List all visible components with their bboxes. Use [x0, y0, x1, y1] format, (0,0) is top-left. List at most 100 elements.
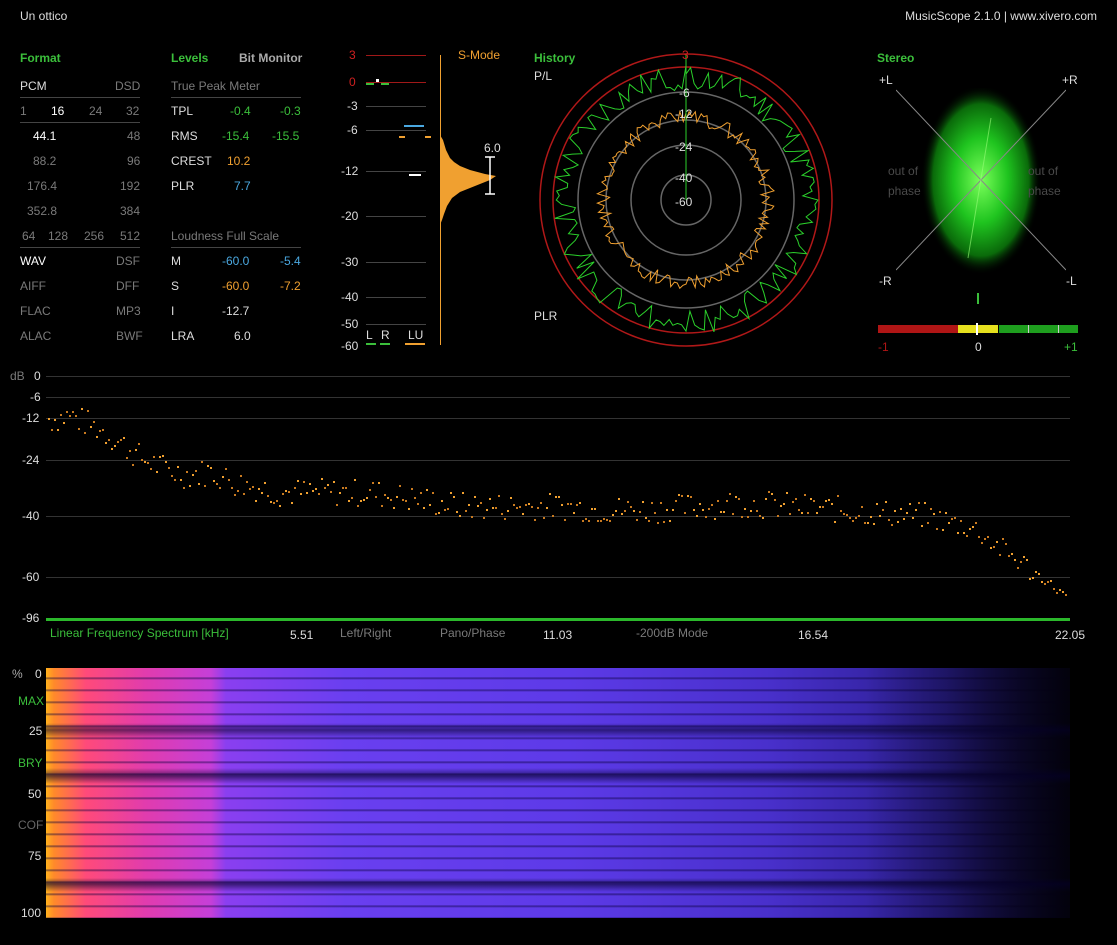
- spectrum-point: [1032, 577, 1034, 580]
- spectrum-point: [879, 514, 881, 517]
- db-tick-label: -12: [22, 411, 40, 425]
- spectrum-gridline: [46, 397, 1070, 398]
- spectrum-point: [825, 499, 827, 502]
- plr-label: PLR: [171, 179, 195, 193]
- spectrum-gridline: [46, 460, 1070, 461]
- out-of-phase-left-1: out of: [888, 164, 919, 178]
- spectro-cof: COF: [18, 818, 44, 832]
- spectrum-baseline: [46, 618, 1070, 621]
- spectrum-point: [414, 496, 416, 499]
- rate-96: 96: [127, 154, 141, 168]
- spectrum-point: [402, 498, 404, 501]
- spectrum-point: [711, 503, 713, 506]
- spectrum-point: [537, 506, 539, 509]
- spectrum-point: [567, 503, 569, 506]
- spectrum-point: [600, 519, 602, 522]
- stereo-plus-l: +L: [879, 73, 893, 87]
- spectrum-point: [75, 415, 77, 418]
- spectrum-point: [792, 500, 794, 503]
- spectrum-point: [1038, 572, 1040, 575]
- spectrum-point: [255, 500, 257, 503]
- spectrum-point: [957, 532, 959, 535]
- spectrum-point: [528, 503, 530, 506]
- loud-s-a: -60.0: [222, 279, 250, 293]
- spectrum-point: [654, 511, 656, 514]
- spectrum-point: [1059, 589, 1061, 592]
- spectrum-point: [906, 512, 908, 515]
- spectrum-point: [276, 499, 278, 502]
- meter-tick-m20: -20: [341, 209, 359, 223]
- stereo-minus-r: -R: [879, 274, 892, 288]
- bit-monitor-label[interactable]: Bit Monitor: [239, 51, 302, 65]
- spectrum-point: [105, 442, 107, 445]
- spectrum-point: [882, 508, 884, 511]
- spectrum-point: [300, 492, 302, 495]
- spectrum-point: [102, 429, 104, 432]
- spectrum-point: [510, 496, 512, 499]
- spectrum-point: [942, 528, 944, 531]
- spectrum-point: [621, 512, 623, 515]
- spectro-tick-0: 0: [35, 667, 42, 681]
- spectrum-point: [624, 509, 626, 512]
- spectrum-point: [195, 470, 197, 473]
- peak-marker: [376, 79, 379, 82]
- spectrum-point: [975, 521, 977, 524]
- spectrum-point: [441, 499, 443, 502]
- spectrum-point: [672, 509, 674, 512]
- spectrum-point: [174, 478, 176, 481]
- stereo-minus-l: -L: [1066, 274, 1077, 288]
- spectrum-point: [606, 519, 608, 522]
- spectrum-point: [996, 541, 998, 544]
- pano-phase-button[interactable]: Pano/Phase: [440, 626, 505, 640]
- file-alac: ALAC: [20, 329, 52, 343]
- spectrum-point: [735, 495, 737, 498]
- spectro-tick-100: 100: [21, 906, 42, 920]
- spectrum-point: [630, 505, 632, 508]
- peak-hold-left: [366, 83, 374, 85]
- spectrum-point: [471, 516, 473, 519]
- spectrum-point: [954, 517, 956, 520]
- loudness-current-mark: [409, 174, 421, 176]
- spectrum-point: [747, 515, 749, 518]
- loud-s-label: S: [171, 279, 180, 293]
- spectrum-point: [609, 519, 611, 522]
- spectrum-point: [1011, 553, 1013, 556]
- db-tick-label: 0: [34, 369, 41, 383]
- spectrum-point: [804, 494, 806, 497]
- spectrum-point: [480, 502, 482, 505]
- spectrum-point: [489, 498, 491, 501]
- spectrum-point: [732, 513, 734, 516]
- spectrum-point: [723, 510, 725, 513]
- db-200-mode-button[interactable]: -200dB Mode: [636, 626, 708, 640]
- spectrum-point: [237, 489, 239, 492]
- s-mode-button[interactable]: S-Mode: [458, 48, 500, 62]
- spectrum-point: [189, 484, 191, 487]
- spectrum-point: [1014, 558, 1016, 561]
- spectrum-point: [783, 502, 785, 505]
- lu-mark-orange-right: [425, 136, 431, 138]
- spectrum-point: [423, 506, 425, 509]
- spectrum-point: [492, 506, 494, 509]
- spectrum-point: [111, 447, 113, 450]
- spectrum-point: [345, 486, 347, 489]
- spectrum-point: [531, 505, 533, 508]
- spectrum-point: [1008, 555, 1010, 558]
- spectrum-point: [1044, 583, 1046, 586]
- spectrum-point: [267, 495, 269, 498]
- meter-tick-m12: -12: [341, 164, 359, 178]
- spectrum-point: [462, 492, 464, 495]
- spectrum-point: [819, 506, 821, 509]
- spectrum-point: [360, 500, 362, 503]
- left-right-button[interactable]: Left/Right: [340, 626, 391, 640]
- spectrum-point: [771, 493, 773, 496]
- dsd-64: 64: [22, 229, 36, 243]
- spectrum-point: [984, 537, 986, 540]
- spectrum-point: [681, 494, 683, 497]
- loud-i-a: -12.7: [222, 304, 250, 318]
- spectrum-point: [690, 495, 692, 498]
- spectrum-point: [570, 502, 572, 505]
- spectrum-point: [114, 445, 116, 448]
- spectrum-point: [204, 484, 206, 487]
- spectrum-point: [708, 507, 710, 510]
- db-tick-label: -24: [22, 453, 40, 467]
